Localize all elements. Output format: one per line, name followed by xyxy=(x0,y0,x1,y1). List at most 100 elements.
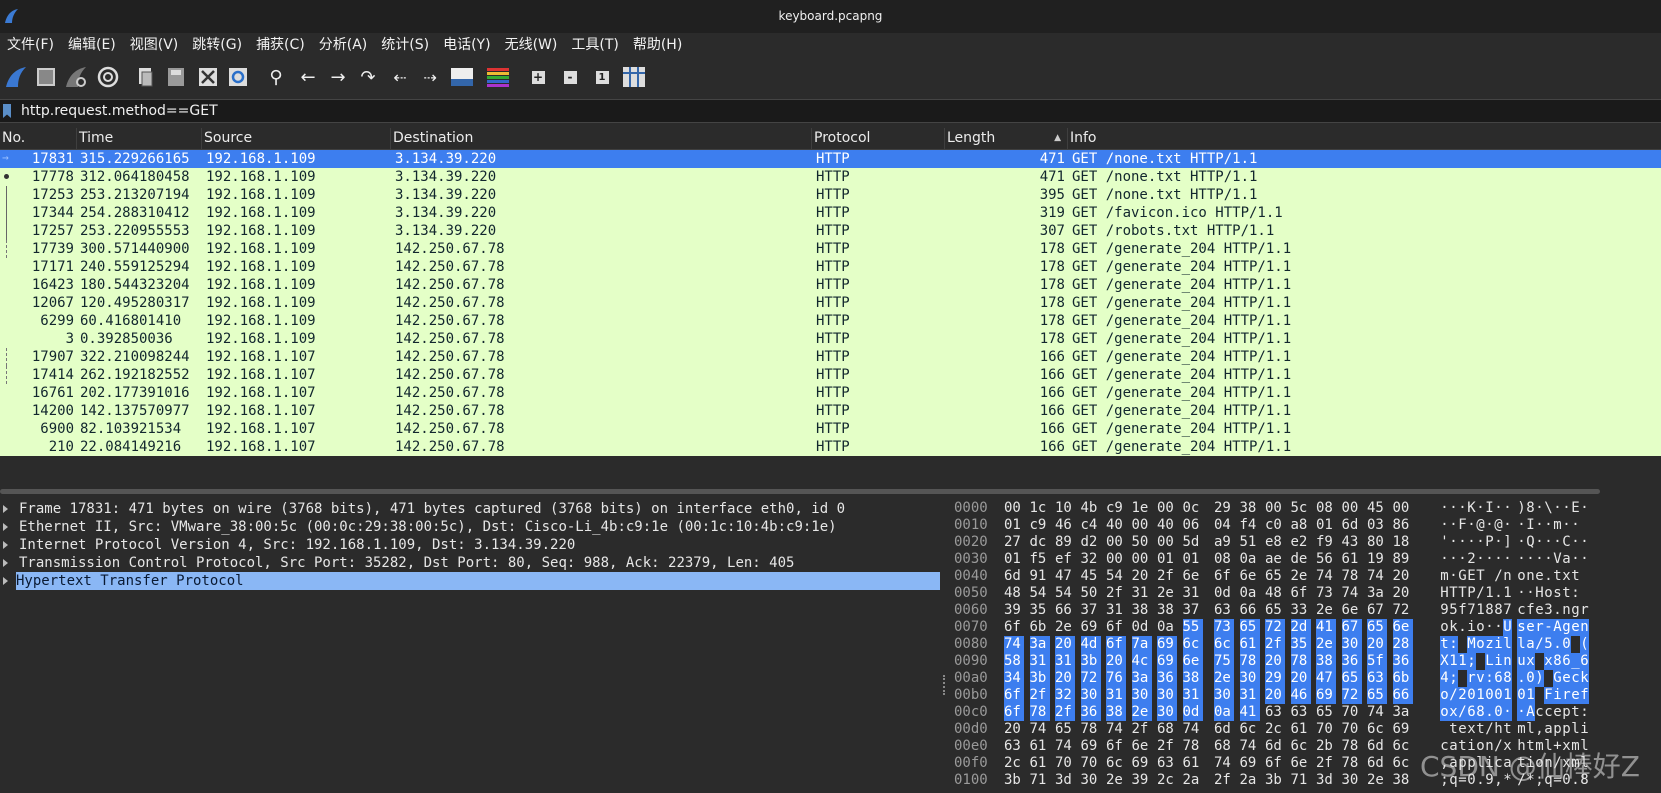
ascii-char[interactable]: · xyxy=(1440,500,1449,517)
hex-byte[interactable]: 31 xyxy=(1029,653,1050,670)
hex-byte[interactable]: 0a xyxy=(1240,551,1260,568)
hex-byte[interactable]: 30 xyxy=(1214,687,1234,704)
ascii-char[interactable]: G xyxy=(1458,568,1467,585)
hex-byte[interactable]: 36 xyxy=(1341,653,1362,670)
restart-fin-icon[interactable] xyxy=(62,63,90,91)
ascii-char[interactable]: . xyxy=(1458,619,1467,636)
ascii-char[interactable]: · xyxy=(1449,551,1458,568)
normal-size-icon[interactable]: 1 xyxy=(588,63,616,91)
hex-byte[interactable]: 6d xyxy=(1342,517,1362,534)
ascii-char[interactable]: . xyxy=(1485,704,1494,721)
packet-row[interactable]: 17253 253.213207194 192.168.1.109 3.134.39.… xyxy=(0,186,1661,204)
hex-byte[interactable]: 74 xyxy=(1367,568,1387,585)
hex-byte[interactable]: 40 xyxy=(1106,517,1126,534)
menu-item-4[interactable]: 捕获(C) xyxy=(249,33,312,57)
ascii-char[interactable]: o xyxy=(1476,619,1485,636)
hex-byte[interactable]: 0d xyxy=(1214,585,1234,602)
hex-byte[interactable]: 6b xyxy=(1392,670,1413,687)
hex-byte[interactable]: 00 xyxy=(1393,500,1413,517)
ascii-char[interactable]: i xyxy=(1494,653,1503,670)
ascii-char[interactable]: · xyxy=(1494,619,1503,636)
ascii-char[interactable]: · xyxy=(1535,534,1544,551)
ascii-char[interactable]: 1 xyxy=(1458,653,1467,670)
menu-item-6[interactable]: 统计(S) xyxy=(374,33,436,57)
ascii-char[interactable]: 1 xyxy=(1503,585,1512,602)
ascii-char[interactable]: · xyxy=(1494,500,1503,517)
hex-byte[interactable]: 31 xyxy=(1182,687,1203,704)
ascii-char[interactable]: · xyxy=(1458,500,1467,517)
hex-byte[interactable]: 48 xyxy=(1004,585,1024,602)
column-header-info[interactable]: Info xyxy=(1067,128,1661,149)
hex-byte[interactable]: 78 xyxy=(1081,721,1101,738)
go-to-packet-icon[interactable]: ↷ xyxy=(354,63,382,91)
hex-byte[interactable]: 46 xyxy=(1055,517,1075,534)
hex-byte[interactable]: 46 xyxy=(1290,687,1311,704)
hex-byte[interactable]: 86 xyxy=(1393,517,1413,534)
ascii-char[interactable]: c xyxy=(1571,670,1580,687)
ascii-char[interactable]: · xyxy=(1562,500,1571,517)
expand-arrow-icon[interactable] xyxy=(3,541,8,549)
ascii-char[interactable]: L xyxy=(1485,653,1494,670)
hex-byte[interactable]: 3a xyxy=(1029,636,1050,653)
ascii-char[interactable]: · xyxy=(1517,585,1526,602)
ascii-char[interactable]: 0 xyxy=(1562,636,1571,653)
menu-item-2[interactable]: 视图(V) xyxy=(123,33,186,57)
hex-byte[interactable]: 45 xyxy=(1081,568,1101,585)
hex-byte[interactable]: e2 xyxy=(1291,534,1311,551)
ascii-char[interactable]: . xyxy=(1544,568,1553,585)
hex-byte[interactable]: 91 xyxy=(1030,568,1050,585)
ascii-char[interactable]: , xyxy=(1535,721,1544,738)
hex-byte[interactable]: 73 xyxy=(1214,619,1234,636)
ascii-char[interactable]: @ xyxy=(1494,517,1503,534)
hex-byte[interactable]: 00 xyxy=(1157,500,1177,517)
hex-byte[interactable]: 78 xyxy=(1183,738,1203,755)
ascii-char[interactable]: r xyxy=(1580,602,1589,619)
ascii-char[interactable]: E xyxy=(1467,568,1476,585)
last-packet-icon[interactable]: ⇢ xyxy=(416,63,444,91)
hex-byte[interactable]: 2f xyxy=(1214,772,1234,789)
hex-byte[interactable]: 70 xyxy=(1055,755,1075,772)
hex-byte[interactable]: 36 xyxy=(1080,704,1101,721)
ascii-char[interactable]: · xyxy=(1449,500,1458,517)
hex-byte[interactable]: 70 xyxy=(1316,721,1336,738)
hex-byte[interactable]: 3a xyxy=(1131,670,1152,687)
hex-byte[interactable]: 30 xyxy=(1157,687,1177,704)
detail-tree-item[interactable]: Ethernet II, Src: VMware_38:00:5c (00:0c… xyxy=(0,518,940,536)
hex-byte[interactable]: 6f xyxy=(1106,619,1126,636)
hex-byte[interactable]: 3b xyxy=(1004,772,1024,789)
hex-byte[interactable]: 2e xyxy=(1291,568,1311,585)
hex-byte[interactable]: 65 xyxy=(1265,568,1285,585)
colorize-icon[interactable] xyxy=(484,63,512,91)
ascii-char[interactable]: · xyxy=(1476,500,1485,517)
hex-byte[interactable]: 70 xyxy=(1342,721,1362,738)
ascii-char[interactable]: l xyxy=(1571,721,1580,738)
hex-byte[interactable]: 6f xyxy=(1004,619,1024,636)
ascii-char[interactable]: ' xyxy=(1440,534,1449,551)
hex-byte[interactable]: 20 xyxy=(1055,670,1075,687)
hex-byte[interactable]: 20 xyxy=(1290,670,1311,687)
hex-byte[interactable]: 38 xyxy=(1132,602,1152,619)
hex-byte[interactable]: 31 xyxy=(1106,602,1126,619)
hex-byte[interactable]: 2e xyxy=(1131,704,1152,721)
hex-byte[interactable]: 0a xyxy=(1157,619,1177,636)
hex-byte[interactable]: 74 xyxy=(1030,721,1050,738)
ascii-char[interactable]: / xyxy=(1476,585,1485,602)
expand-arrow-icon[interactable] xyxy=(3,577,8,585)
ascii-char[interactable]: p xyxy=(1553,721,1562,738)
ascii-char[interactable]: · xyxy=(1544,551,1553,568)
hex-byte[interactable]: 36 xyxy=(1392,653,1413,670)
ascii-char[interactable]: r xyxy=(1562,687,1571,704)
hex-byte[interactable]: 69 xyxy=(1393,721,1413,738)
save-file-icon[interactable] xyxy=(162,63,190,91)
ascii-char[interactable]: ; xyxy=(1449,670,1458,687)
hex-byte[interactable]: 31 xyxy=(1183,585,1203,602)
hex-byte[interactable]: 3d xyxy=(1316,772,1336,789)
hex-byte[interactable]: 72 xyxy=(1393,602,1413,619)
ascii-char[interactable]: · xyxy=(1571,551,1580,568)
find-magnifier-icon[interactable]: ⚲ xyxy=(262,63,290,91)
hex-byte[interactable]: 65 xyxy=(1367,619,1387,636)
ascii-char[interactable]: k xyxy=(1449,619,1458,636)
hex-byte[interactable]: 31 xyxy=(1106,687,1126,704)
ascii-char[interactable]: · xyxy=(1503,500,1512,517)
hex-byte[interactable]: 6c xyxy=(1240,721,1260,738)
